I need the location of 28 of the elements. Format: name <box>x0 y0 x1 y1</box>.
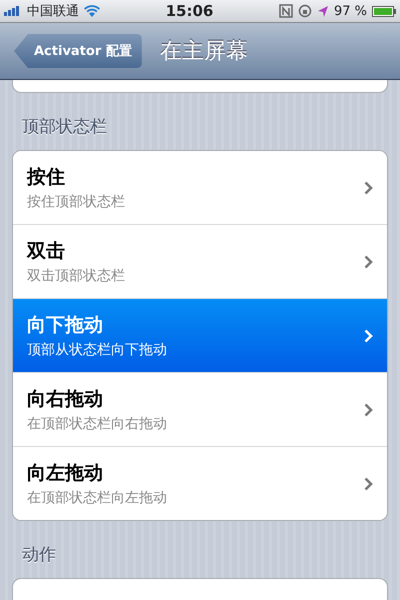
row-title: 向下拖动 <box>27 313 104 338</box>
section-header: 动作 <box>21 544 57 567</box>
nav-title: 在主屏幕 <box>160 38 248 66</box>
carrier-name: 中国联通 <box>27 3 79 20</box>
row-subtitle: 在顶部状态栏向右拖动 <box>27 415 168 433</box>
chevron-icon <box>364 254 373 268</box>
wifi-icon <box>84 5 100 17</box>
row-subtitle: 在顶部状态栏向左拖动 <box>27 489 168 507</box>
signal-icon <box>4 6 22 16</box>
battery-percent: 97 % <box>334 4 367 18</box>
back-button[interactable]: Activator 配置 <box>14 34 142 68</box>
row-title: 按住 <box>27 165 66 190</box>
row-title: 向右拖动 <box>27 387 104 412</box>
section-header: 顶部状态栏 <box>21 116 108 139</box>
status-time: 15:06 <box>164 2 214 20</box>
battery-icon <box>372 6 396 16</box>
row-subtitle: 按住顶部状态栏 <box>27 193 126 211</box>
chevron-icon <box>364 402 373 416</box>
chevron-icon <box>364 476 373 490</box>
chevron-icon <box>364 328 373 342</box>
row-title: 双击 <box>27 239 66 264</box>
row-subtitle: 双击顶部状态栏 <box>27 267 126 285</box>
list-row[interactable]: 向下拖动 顶部从状态栏向下拖动 <box>13 298 387 372</box>
chevron-icon <box>364 180 373 194</box>
location-icon <box>316 5 329 17</box>
list-row[interactable]: 向左拖动 在顶部状态栏向左拖动 <box>13 446 387 520</box>
row-title: 向左拖动 <box>27 461 104 486</box>
row-subtitle: 顶部从状态栏向下拖动 <box>27 341 168 359</box>
